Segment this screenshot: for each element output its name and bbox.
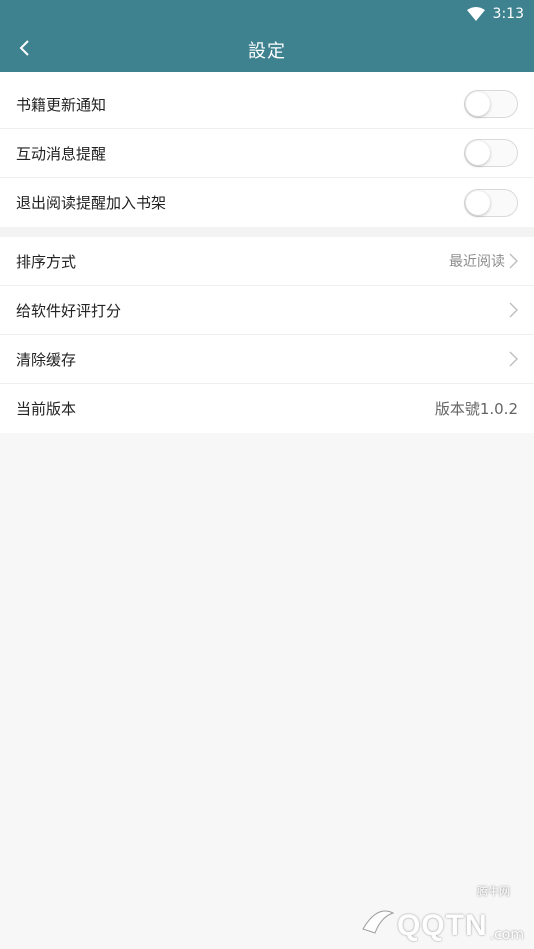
setting-row-sort[interactable]: 排序方式 最近阅读 <box>0 237 534 286</box>
app-bar: 設定 <box>0 28 534 72</box>
back-button[interactable] <box>10 34 38 66</box>
notification-settings-group: 书籍更新通知 互动消息提醒 退出阅读提醒加入书架 <box>0 72 534 227</box>
setting-label: 当前版本 <box>16 400 77 418</box>
setting-row-book-update: 书籍更新通知 <box>0 80 534 129</box>
watermark-main-text: QQTN <box>396 909 488 942</box>
wifi-icon <box>466 7 485 21</box>
setting-label: 清除缓存 <box>16 350 77 369</box>
setting-row-exit-reading: 退出阅读提醒加入书架 <box>0 178 534 227</box>
general-settings-group: 排序方式 最近阅读 给软件好评打分 清除缓存 当前版本 版本號1.0.2 <box>0 237 534 433</box>
setting-row-interaction-message: 互动消息提醒 <box>0 129 534 178</box>
setting-row-version: 当前版本 版本號1.0.2 <box>0 384 534 433</box>
section-divider <box>0 227 534 237</box>
version-value: 版本號1.0.2 <box>434 400 518 418</box>
watermark-suffix-text: .com <box>489 927 524 943</box>
setting-label: 退出阅读提醒加入书架 <box>16 194 167 212</box>
sort-value: 最近阅读 <box>449 254 505 270</box>
chevron-right-icon <box>509 351 518 367</box>
setting-label: 给软件好评打分 <box>16 301 122 320</box>
setting-label: 互动消息提醒 <box>16 144 107 163</box>
toggle-knob <box>466 141 490 165</box>
site-watermark: 腾牛网 QQTN .com <box>357 885 524 943</box>
page-title: 設定 <box>248 41 286 62</box>
exit-reading-toggle[interactable] <box>464 188 518 217</box>
status-time: 3:13 <box>492 6 524 22</box>
watermark-small-text: 腾牛网 <box>477 885 510 898</box>
back-arrow-icon <box>18 39 30 61</box>
toggle-knob <box>466 190 490 215</box>
setting-label: 排序方式 <box>16 252 77 271</box>
setting-row-rate-app[interactable]: 给软件好评打分 <box>0 286 534 335</box>
chevron-right-icon <box>509 253 518 269</box>
chevron-right-icon <box>509 302 518 318</box>
watermark-logo-icon <box>357 899 397 943</box>
setting-row-clear-cache[interactable]: 清除缓存 <box>0 335 534 384</box>
status-bar: 3:13 <box>0 0 534 28</box>
toggle-knob <box>466 92 490 116</box>
setting-label: 书籍更新通知 <box>16 95 107 114</box>
book-update-toggle[interactable] <box>464 90 518 118</box>
interaction-message-toggle[interactable] <box>464 139 518 167</box>
